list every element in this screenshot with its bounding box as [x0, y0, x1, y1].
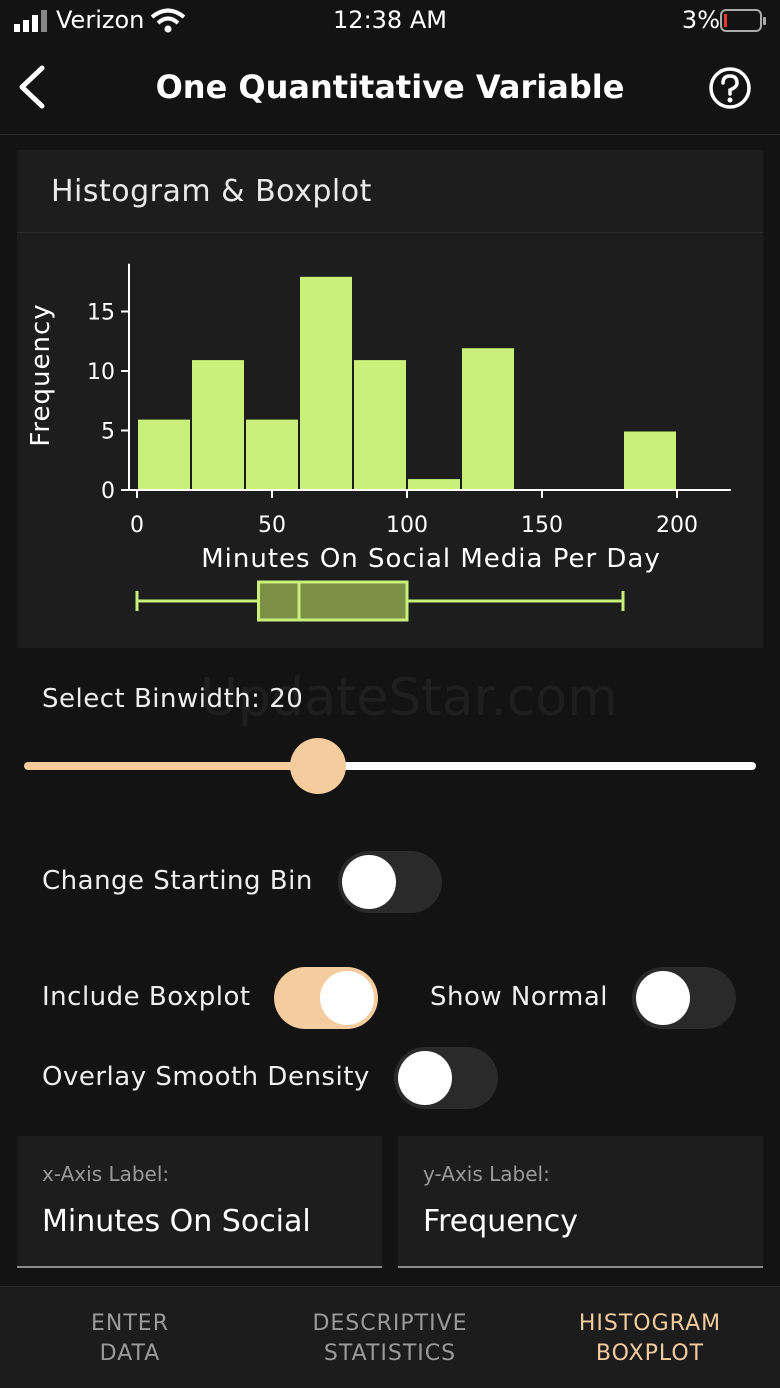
histogram-bar: [298, 274, 354, 491]
boxplot-label: Include Boxplot: [42, 982, 251, 1012]
toggle-knob: [320, 971, 374, 1025]
histogram-bar: [136, 417, 192, 492]
histogram-bar: [622, 429, 678, 491]
histogram-chart: 0510150 50 100 150 200 Frequency Minutes On …: [26, 263, 731, 622]
binwidth-label: Select Binwidth: 20: [42, 684, 304, 714]
histogram-bar: [460, 346, 516, 491]
density-toggle[interactable]: [394, 1047, 498, 1109]
y-tick-label: 5: [101, 420, 115, 445]
slider-track-filled[interactable]: [24, 762, 318, 770]
y-tick-label: 15: [87, 301, 115, 326]
tab-label-line2: STATISTICS: [323, 1341, 457, 1366]
help-icon[interactable]: [708, 66, 752, 110]
normal-toggle[interactable]: [632, 967, 736, 1029]
tab-label-line1: DESCRIPTIVE: [312, 1311, 468, 1336]
tab-label-line2: DATA: [99, 1341, 161, 1366]
tab-descriptive-statistics[interactable]: DESCRIPTIVE STATISTICS: [260, 1309, 520, 1369]
y-axis-label-field[interactable]: y-Axis Label: Frequency: [398, 1136, 763, 1268]
boxplot-box: [257, 580, 409, 622]
x-axis-field-caption: x-Axis Label:: [42, 1162, 170, 1186]
x-tick-label: 150: [521, 513, 563, 538]
toggle-knob: [398, 1051, 452, 1105]
page-title: One Quantitative Variable: [155, 68, 625, 106]
histogram-bar: [244, 417, 300, 492]
battery-percent: 3%: [681, 6, 720, 34]
histogram-bar: [352, 358, 408, 491]
histogram-bar: [190, 358, 246, 491]
clock: 12:38 AM: [333, 6, 447, 34]
starting-bin-label: Change Starting Bin: [42, 866, 313, 896]
battery-icon: [720, 9, 766, 32]
y-axis-field-value[interactable]: Frequency: [423, 1204, 578, 1239]
status-bar: Verizon 12:38 AM 3%: [0, 0, 780, 44]
starting-bin-toggle[interactable]: [338, 851, 442, 913]
tab-label-line1: ENTER: [91, 1311, 169, 1336]
y-tick-label: 0: [101, 479, 115, 504]
bottom-tab-bar: ENTER DATA DESCRIPTIVE STATISTICS HISTOG…: [0, 1286, 780, 1388]
card-title: Histogram & Boxplot: [51, 174, 372, 209]
x-tick-label: 0: [130, 513, 144, 538]
y-tick-label: 10: [87, 360, 115, 385]
x-axis-label: Minutes On Social Media Per Day: [201, 544, 661, 574]
y-axis-label: Frequency: [26, 303, 56, 446]
toggle-knob: [636, 971, 690, 1025]
x-axis-field-value[interactable]: Minutes On Social: [42, 1204, 311, 1239]
normal-label: Show Normal: [430, 982, 608, 1012]
x-tick-label: 50: [258, 513, 286, 538]
binwidth-slider-thumb[interactable]: [290, 738, 346, 794]
tab-label-line2: BOXPLOT: [595, 1341, 705, 1366]
y-axis-field-caption: y-Axis Label:: [423, 1162, 550, 1186]
slider-track[interactable]: [318, 762, 756, 770]
x-axis-label-field[interactable]: x-Axis Label: Minutes On Social: [17, 1136, 382, 1268]
x-tick-label: 100: [386, 513, 428, 538]
boxplot-toggle[interactable]: [274, 967, 378, 1029]
x-tick-label: 200: [656, 513, 698, 538]
histogram-bar: [406, 477, 462, 492]
tab-histogram-boxplot[interactable]: HISTOGRAM BOXPLOT: [520, 1309, 780, 1369]
toggle-knob: [342, 855, 396, 909]
tab-enter-data[interactable]: ENTER DATA: [0, 1309, 260, 1369]
header-divider: [0, 134, 780, 135]
density-label: Overlay Smooth Density: [42, 1062, 370, 1092]
boxplot: [135, 580, 625, 622]
tab-label-line1: HISTOGRAM: [578, 1311, 722, 1336]
